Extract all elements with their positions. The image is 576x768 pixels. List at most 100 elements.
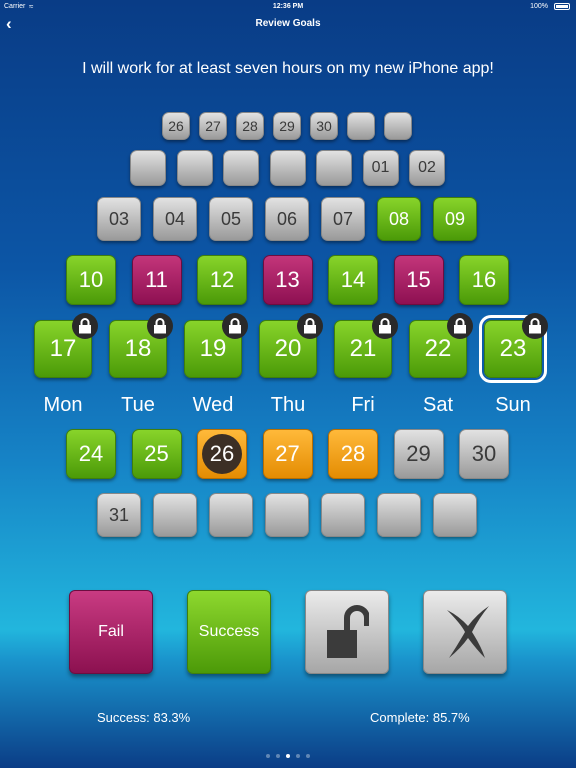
day-number: 16 (471, 267, 497, 292)
success-button[interactable]: Success (187, 590, 271, 674)
today-marker: 26 (202, 434, 242, 474)
day-cell[interactable] (433, 493, 477, 537)
day-cell[interactable] (377, 493, 421, 537)
day-cell[interactable] (176, 150, 213, 186)
page-dot[interactable] (276, 754, 280, 758)
day-number: 15 (406, 267, 431, 292)
day-number: 24 (78, 441, 104, 466)
weekday-label: Thu (270, 394, 306, 416)
day-cell[interactable] (265, 493, 309, 537)
day-number: 10 (78, 267, 104, 292)
day-cell[interactable]: 29 (393, 429, 444, 479)
day-cell[interactable]: 28 (236, 112, 264, 140)
clock: 12:36 PM (272, 3, 304, 10)
lock-icon (372, 313, 398, 339)
day-cell[interactable]: 31 (97, 493, 141, 537)
day-number: 25 (144, 441, 169, 466)
unlock-button[interactable] (305, 590, 389, 674)
day-cell[interactable]: 05 (209, 197, 253, 241)
day-number: 18 (124, 335, 152, 362)
day-cell[interactable] (321, 493, 365, 537)
weekday-label: Sun (495, 394, 531, 416)
weekday-label: Fri (351, 394, 375, 416)
day-cell[interactable]: 08 (377, 197, 421, 241)
battery-icon (554, 3, 570, 10)
navigation-bar: ‹ Review Goals (0, 14, 576, 34)
day-cell[interactable]: 02 (409, 150, 445, 186)
day-cell[interactable]: 28 (328, 429, 378, 479)
day-number: 08 (388, 208, 410, 229)
lock-icon (72, 313, 98, 339)
x-mark-icon (447, 606, 489, 658)
day-cell[interactable] (223, 150, 259, 186)
day-cell[interactable]: 10 (66, 255, 116, 305)
day-cell[interactable]: 14 (328, 255, 378, 305)
day-number: 20 (274, 335, 302, 362)
day-cell[interactable]: 03 (97, 197, 141, 241)
success-rate: Success: 83.3% (97, 710, 191, 725)
day-number: 02 (418, 159, 436, 176)
day-cell[interactable] (316, 150, 352, 186)
day-cell[interactable]: 30 (310, 112, 338, 140)
day-cell[interactable]: 24 (66, 429, 116, 479)
weekday-label: Wed (192, 394, 234, 416)
day-cell[interactable]: 01 (362, 150, 399, 186)
battery-percent: 100% (530, 3, 548, 10)
fail-button[interactable]: Fail (69, 590, 153, 674)
weekday-label: Mon (43, 394, 83, 416)
day-number: 23 (499, 335, 527, 362)
day-number: 05 (220, 208, 242, 229)
day-number: 17 (49, 335, 77, 362)
day-cell[interactable]: 26 (197, 429, 247, 479)
day-number: 06 (276, 208, 298, 229)
day-cell[interactable]: 30 (459, 429, 509, 479)
page-indicator[interactable] (0, 754, 576, 758)
lock-icon (147, 313, 173, 339)
day-cell[interactable]: 12 (197, 255, 247, 305)
day-cell[interactable]: 13 (262, 255, 313, 305)
page-dot[interactable] (286, 754, 290, 758)
day-cell[interactable]: 16 (459, 255, 509, 305)
day-number: 29 (406, 441, 431, 466)
day-cell[interactable] (384, 112, 412, 140)
weekday-label: Tue (121, 394, 155, 416)
page-dot[interactable] (306, 754, 310, 758)
day-cell[interactable]: 27 (199, 112, 227, 140)
day-cell[interactable]: 06 (265, 197, 309, 241)
day-cell[interactable]: 26 (162, 112, 190, 140)
day-cell[interactable] (209, 493, 253, 537)
day-number: 27 (205, 118, 221, 134)
page-dot[interactable] (296, 754, 300, 758)
day-number: 07 (332, 208, 354, 229)
day-cell[interactable] (347, 112, 375, 140)
completion-rate: Complete: 85.7% (370, 710, 470, 725)
day-number: 01 (371, 159, 390, 176)
day-cell[interactable] (269, 150, 306, 186)
lock-icon (222, 313, 248, 339)
day-cell[interactable]: 04 (153, 197, 197, 241)
day-cell[interactable]: 15 (393, 255, 444, 305)
day-number: 14 (340, 267, 366, 292)
day-cell[interactable]: 09 (433, 197, 477, 241)
day-cell[interactable]: 11 (131, 255, 182, 305)
day-cell[interactable]: 07 (321, 197, 365, 241)
day-cell[interactable] (153, 493, 197, 537)
day-cell[interactable]: 29 (273, 112, 301, 140)
lock-icon (522, 313, 548, 339)
day-number: 30 (316, 118, 332, 134)
day-number: 31 (108, 504, 130, 525)
clear-button[interactable] (423, 590, 507, 674)
day-number: 21 (349, 335, 377, 362)
day-number: 13 (275, 267, 300, 292)
day-cell[interactable]: 27 (262, 429, 313, 479)
lock-icon (297, 313, 323, 339)
day-number: 12 (209, 267, 235, 292)
day-cell[interactable]: 25 (131, 429, 182, 479)
day-number: 19 (199, 335, 227, 362)
day-cell[interactable] (130, 150, 166, 186)
day-number: 09 (444, 208, 466, 229)
weekday-label: Sat (422, 394, 454, 416)
day-number: 04 (164, 208, 186, 229)
page-dot[interactable] (266, 754, 270, 758)
lock-icon (447, 313, 473, 339)
